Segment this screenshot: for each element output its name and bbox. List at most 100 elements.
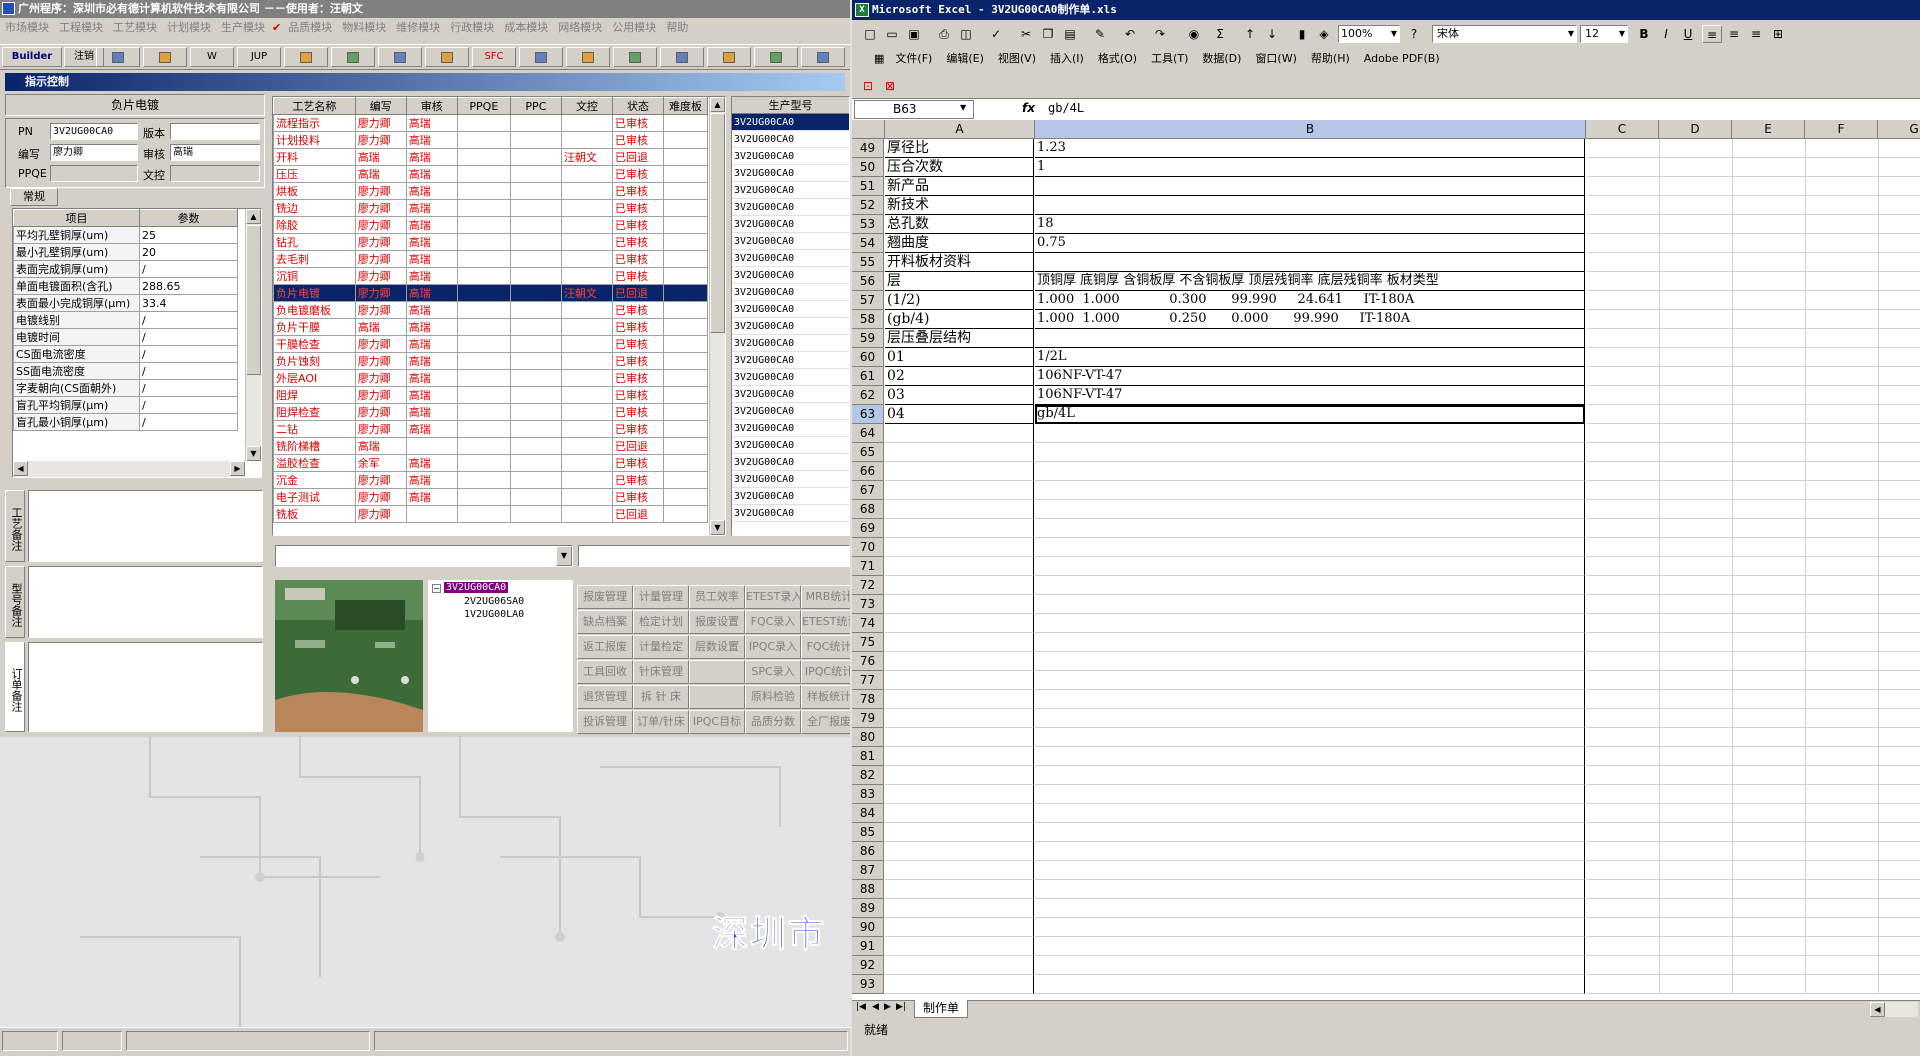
help-icon[interactable]: ? bbox=[1404, 25, 1424, 43]
cell-empty[interactable] bbox=[1806, 861, 1879, 880]
cell-empty[interactable] bbox=[1806, 462, 1879, 481]
cell-empty[interactable] bbox=[1733, 728, 1806, 747]
cell-empty[interactable] bbox=[1660, 291, 1733, 310]
cell-empty[interactable] bbox=[1806, 576, 1879, 595]
cell-empty[interactable] bbox=[1733, 291, 1806, 310]
tree-collapse-icon[interactable]: − bbox=[432, 584, 441, 593]
module-button[interactable]: 样板统计 bbox=[801, 685, 857, 709]
cell-a[interactable] bbox=[885, 595, 1034, 614]
cell-empty[interactable] bbox=[1879, 823, 1920, 842]
cell-a[interactable] bbox=[885, 671, 1034, 690]
cell-a[interactable]: 翘曲度 bbox=[885, 234, 1034, 253]
cell-empty[interactable] bbox=[1587, 728, 1660, 747]
model-list-item[interactable]: 3V2UG00CA0 bbox=[732, 420, 849, 437]
model-list-item[interactable]: 3V2UG00CA0 bbox=[732, 182, 849, 199]
cell-empty[interactable] bbox=[1660, 196, 1733, 215]
process-row[interactable]: 压压 高瑞 高瑞 已审核 bbox=[273, 165, 708, 183]
process-vscroll[interactable]: ▲ ▼ bbox=[709, 97, 725, 535]
row-header[interactable]: 85 bbox=[852, 823, 884, 842]
module-button[interactable]: 返工报废 bbox=[577, 635, 633, 659]
cell-empty[interactable] bbox=[1733, 804, 1806, 823]
row-header[interactable]: 59 bbox=[852, 329, 884, 348]
cell-empty[interactable] bbox=[1733, 462, 1806, 481]
cell-empty[interactable] bbox=[1587, 272, 1660, 291]
cell-empty[interactable] bbox=[1879, 633, 1920, 652]
module-button[interactable]: IPQC目标 bbox=[689, 710, 745, 734]
cell-a[interactable]: 层 bbox=[885, 272, 1034, 291]
cell-empty[interactable] bbox=[1806, 424, 1879, 443]
cell-empty[interactable] bbox=[1806, 709, 1879, 728]
model-list-item[interactable]: 3V2UG00CA0 bbox=[732, 131, 849, 148]
process-row[interactable]: 负电镀磨板 廖力卿 高瑞 已审核 bbox=[273, 301, 708, 319]
toolbar-button[interactable] bbox=[96, 47, 140, 67]
row-header[interactable]: 90 bbox=[852, 918, 884, 937]
module-button[interactable]: 员工效率 bbox=[689, 585, 745, 609]
model-list-item[interactable]: 3V2UG00CA0 bbox=[732, 250, 849, 267]
cell-empty[interactable] bbox=[1806, 652, 1879, 671]
cell-empty[interactable] bbox=[1587, 614, 1660, 633]
cell-empty[interactable] bbox=[1587, 633, 1660, 652]
align-center-icon[interactable]: ≡ bbox=[1724, 25, 1744, 43]
cell-empty[interactable] bbox=[1587, 823, 1660, 842]
redo-icon[interactable]: ↷ bbox=[1150, 25, 1170, 43]
row-header[interactable]: 71 bbox=[852, 557, 884, 576]
cell-b[interactable]: 1/2L bbox=[1035, 348, 1585, 367]
menu-item[interactable]: 维修模块 bbox=[391, 18, 445, 38]
row-header[interactable]: 74 bbox=[852, 614, 884, 633]
format-painter-icon[interactable]: ✎ bbox=[1090, 25, 1110, 43]
cell-empty[interactable] bbox=[1806, 804, 1879, 823]
cell-empty[interactable] bbox=[1660, 424, 1733, 443]
cell-empty[interactable] bbox=[1879, 747, 1920, 766]
param-row[interactable]: 平均孔壁铜厚(um) 25 bbox=[13, 226, 238, 244]
column-header[interactable]: A bbox=[885, 120, 1035, 139]
row-header[interactable]: 72 bbox=[852, 576, 884, 595]
cell-b[interactable] bbox=[1035, 804, 1585, 823]
cell-empty[interactable] bbox=[1733, 823, 1806, 842]
cell-empty[interactable] bbox=[1733, 405, 1806, 424]
process-row[interactable]: 烘板 廖力卿 高瑞 已审核 bbox=[273, 182, 708, 200]
cell-empty[interactable] bbox=[1587, 215, 1660, 234]
toolbar-button[interactable]: JUP bbox=[237, 47, 281, 67]
cell-a[interactable] bbox=[885, 633, 1034, 652]
module-button[interactable]: 退货管理 bbox=[577, 685, 633, 709]
cell-b[interactable] bbox=[1035, 462, 1585, 481]
process-row[interactable]: 去毛刺 廖力卿 高瑞 已审核 bbox=[273, 250, 708, 268]
cell-empty[interactable] bbox=[1587, 576, 1660, 595]
cell-empty[interactable] bbox=[1806, 177, 1879, 196]
cell-empty[interactable] bbox=[1660, 880, 1733, 899]
cell-a[interactable] bbox=[885, 538, 1034, 557]
process-row[interactable]: 阻焊 廖力卿 高瑞 已审核 bbox=[273, 386, 708, 404]
cell-empty[interactable] bbox=[1879, 842, 1920, 861]
cell-empty[interactable] bbox=[1587, 310, 1660, 329]
cell-empty[interactable] bbox=[1879, 424, 1920, 443]
param-value[interactable]: 288.65 bbox=[139, 277, 238, 295]
cell-a[interactable]: (1/2) bbox=[885, 291, 1034, 310]
model-list-item[interactable]: 3V2UG00CA0 bbox=[732, 335, 849, 352]
cell-b[interactable]: 0.75 bbox=[1035, 234, 1585, 253]
menu-item[interactable]: 生产模块 bbox=[216, 18, 270, 38]
chevron-down-icon[interactable]: ▼ bbox=[1568, 26, 1574, 42]
module-button[interactable]: 原料检验 bbox=[745, 685, 801, 709]
cell-empty[interactable] bbox=[1660, 443, 1733, 462]
cell-b[interactable]: 1.000 1.000 0.250 0.000 99.990 IT-180A bbox=[1035, 310, 1585, 329]
cell-empty[interactable] bbox=[1660, 519, 1733, 538]
cell-a[interactable] bbox=[885, 424, 1034, 443]
toolbar-button[interactable] bbox=[331, 47, 375, 67]
row-header[interactable]: 87 bbox=[852, 861, 884, 880]
model-list-item[interactable]: 3V2UG00CA0 bbox=[732, 114, 849, 131]
process-row[interactable]: 负片干膜 高瑞 高瑞 已审核 bbox=[273, 318, 708, 336]
cell-empty[interactable] bbox=[1733, 690, 1806, 709]
row-header[interactable]: 69 bbox=[852, 519, 884, 538]
cell-empty[interactable] bbox=[1879, 158, 1920, 177]
row-header[interactable]: 70 bbox=[852, 538, 884, 557]
tab-model-remarks[interactable]: 型号备注 bbox=[5, 566, 25, 638]
menu-item[interactable]: 物料模块 bbox=[337, 18, 391, 38]
menu-item[interactable]: 公用模块 bbox=[607, 18, 661, 38]
cell-empty[interactable] bbox=[1806, 671, 1879, 690]
cell-empty[interactable] bbox=[1879, 538, 1920, 557]
cell-a[interactable] bbox=[885, 804, 1034, 823]
cell-empty[interactable] bbox=[1733, 272, 1806, 291]
process-row[interactable]: 铣边 廖力卿 高瑞 已审核 bbox=[273, 199, 708, 217]
toolbar-button[interactable] bbox=[707, 47, 751, 67]
cell-empty[interactable] bbox=[1879, 899, 1920, 918]
